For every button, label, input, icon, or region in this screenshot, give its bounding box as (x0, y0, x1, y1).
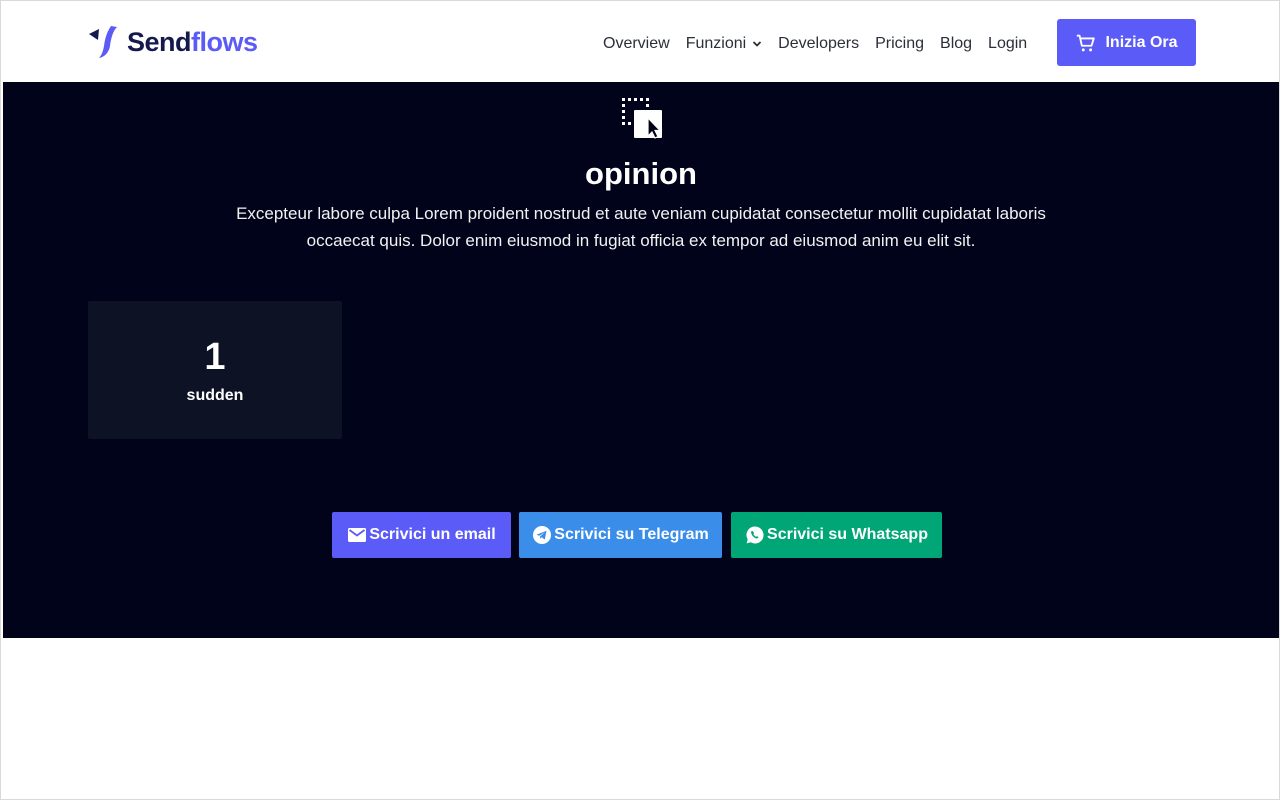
nav-item-funzioni[interactable]: Funzioni (686, 35, 762, 53)
contact-buttons: Scrivici un email Scrivici su Telegram S… (3, 512, 1279, 558)
sendflows-logo-icon (89, 26, 117, 58)
nav-item-developers[interactable]: Developers (778, 35, 859, 53)
logo-wordmark: Sendflows (127, 27, 258, 58)
telegram-label: Scrivici su Telegram (554, 526, 709, 543)
cart-icon (1077, 34, 1096, 51)
nav-label: Developers (778, 35, 860, 52)
nav-item-pricing[interactable]: Pricing (875, 35, 924, 53)
start-now-label: Inizia Ora (1105, 33, 1178, 51)
nav-label: Pricing (875, 35, 925, 52)
nav-item-overview[interactable]: Overview (603, 35, 670, 53)
chevron-down-icon (753, 41, 762, 47)
nav-item-login[interactable]: Login (988, 35, 1027, 53)
nav-label: Blog (940, 35, 973, 52)
start-now-button[interactable]: Inizia Ora (1057, 19, 1196, 66)
main-nav: Overview Funzioni Developers Pricing Blo… (603, 32, 1043, 56)
email-us-label: Scrivici un email (369, 526, 496, 543)
stat-label: sudden (186, 387, 244, 404)
site-header: Sendflows Overview Funzioni Developers P… (2, 2, 1279, 82)
mail-icon (348, 528, 367, 542)
nav-label: Funzioni (685, 35, 747, 52)
section-description: Excepteur labore culpa Lorem proident no… (236, 204, 1046, 250)
whatsapp-icon (746, 526, 764, 544)
nav-item-blog[interactable]: Blog (940, 35, 972, 53)
feature-section: opinion Excepteur labore culpa Lorem pro… (3, 82, 1279, 638)
nav-label: Overview (603, 35, 670, 52)
telegram-icon (533, 526, 552, 544)
page-frame: Sendflows Overview Funzioni Developers P… (0, 0, 1280, 800)
email-us-button[interactable]: Scrivici un email (332, 512, 511, 558)
nav-label: Login (988, 35, 1028, 52)
whatsapp-label: Scrivici su Whatsapp (767, 526, 928, 543)
logo-text-flows: flows (191, 26, 258, 57)
whatsapp-button[interactable]: Scrivici su Whatsapp (731, 512, 942, 558)
select-cursor-icon (622, 98, 662, 139)
section-title: opinion (585, 156, 697, 191)
stat-value: 1 (204, 336, 226, 378)
stat-card: 1 sudden (88, 301, 342, 439)
logo-text-send: Send (127, 26, 192, 57)
sendflows-logo[interactable]: Sendflows (87, 24, 258, 60)
telegram-button[interactable]: Scrivici su Telegram (519, 512, 722, 558)
